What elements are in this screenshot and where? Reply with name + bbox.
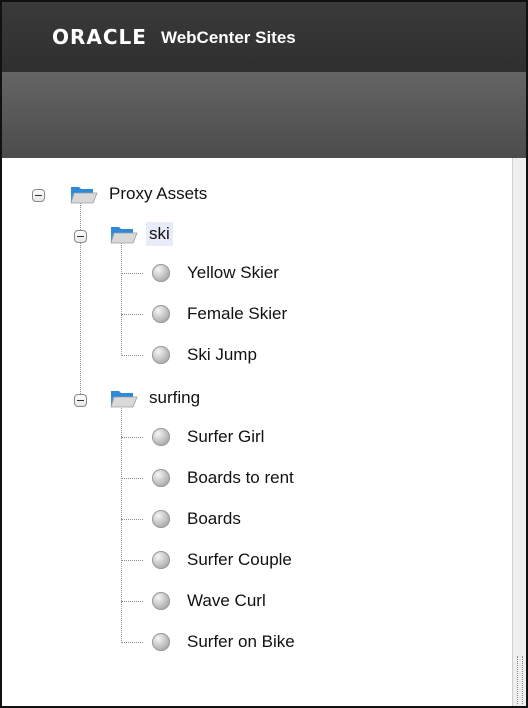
tree-node-ski[interactable]: ski bbox=[110, 220, 173, 248]
tree-connector bbox=[121, 273, 143, 274]
tree-connector bbox=[121, 519, 143, 520]
tree-leaf-wave-curl[interactable]: Wave Curl bbox=[152, 587, 269, 615]
tree-node-proxy-assets[interactable]: Proxy Assets bbox=[70, 180, 210, 208]
open-folder-icon bbox=[110, 387, 138, 409]
gray-ball-icon bbox=[152, 305, 170, 323]
gray-ball-icon bbox=[152, 428, 170, 446]
tree-connector bbox=[121, 642, 143, 643]
tree-node-label: Surfer Couple bbox=[187, 550, 292, 569]
tree-connector bbox=[121, 355, 143, 356]
scrollbar-grip-icon[interactable] bbox=[517, 656, 523, 704]
tree-node-label: Boards to rent bbox=[187, 468, 294, 487]
open-folder-icon bbox=[110, 223, 138, 245]
tree-connector bbox=[121, 478, 143, 479]
tree-node-label: Yellow Skier bbox=[187, 263, 279, 282]
tree-node-label: Surfer on Bike bbox=[187, 632, 295, 651]
gray-ball-icon bbox=[152, 592, 170, 610]
tree-node-label: Proxy Assets bbox=[109, 184, 208, 203]
product-name: WebCenter Sites bbox=[160, 27, 296, 47]
app-header: ORACLE WebCenter Sites bbox=[2, 2, 526, 72]
tree-connector bbox=[121, 601, 143, 602]
tree-node-label: surfing bbox=[149, 388, 201, 407]
oracle-logo: ORACLE bbox=[52, 25, 147, 49]
collapse-toggle-surfing[interactable] bbox=[74, 394, 87, 407]
toolbar-area bbox=[2, 72, 526, 158]
gray-ball-icon bbox=[152, 346, 170, 364]
tree-node-surfing[interactable]: surfing bbox=[110, 384, 203, 412]
tree-leaf-female-skier[interactable]: Female Skier bbox=[152, 300, 290, 328]
tree-node-label: Wave Curl bbox=[187, 591, 266, 610]
tree-node-label: ski bbox=[146, 222, 173, 246]
tree-connector bbox=[121, 408, 122, 643]
tree-leaf-surfer-girl[interactable]: Surfer Girl bbox=[152, 423, 267, 451]
tree-connector bbox=[121, 242, 122, 356]
tree-node-label: Female Skier bbox=[187, 304, 288, 323]
tree-leaf-boards-to-rent[interactable]: Boards to rent bbox=[152, 464, 297, 492]
tree-leaf-yellow-skier[interactable]: Yellow Skier bbox=[152, 259, 282, 287]
open-folder-icon bbox=[70, 183, 98, 205]
tree-leaf-boards[interactable]: Boards bbox=[152, 505, 244, 533]
tree-leaf-surfer-couple[interactable]: Surfer Couple bbox=[152, 546, 295, 574]
gray-ball-icon bbox=[152, 469, 170, 487]
collapse-toggle-ski[interactable] bbox=[74, 230, 87, 243]
gray-ball-icon bbox=[152, 551, 170, 569]
tree-node-label: Ski Jump bbox=[187, 345, 257, 364]
gray-ball-icon bbox=[152, 264, 170, 282]
gray-ball-icon bbox=[152, 510, 170, 528]
tree-node-label: Boards bbox=[187, 509, 241, 528]
tree-connector bbox=[121, 437, 143, 438]
tree-leaf-surfer-on-bike[interactable]: Surfer on Bike bbox=[152, 628, 298, 656]
tree-connector bbox=[121, 560, 143, 561]
collapse-toggle-proxy-assets[interactable] bbox=[32, 189, 45, 202]
tree-leaf-ski-jump[interactable]: Ski Jump bbox=[152, 341, 260, 369]
app-window: ORACLE WebCenter Sites Proxy Assets ski … bbox=[0, 0, 528, 708]
tree-connector bbox=[121, 314, 143, 315]
tree-node-label: Surfer Girl bbox=[187, 427, 265, 446]
vertical-scrollbar[interactable] bbox=[512, 158, 526, 706]
gray-ball-icon bbox=[152, 633, 170, 651]
asset-tree: Proxy Assets ski Yellow Skier Female Ski… bbox=[2, 158, 510, 706]
